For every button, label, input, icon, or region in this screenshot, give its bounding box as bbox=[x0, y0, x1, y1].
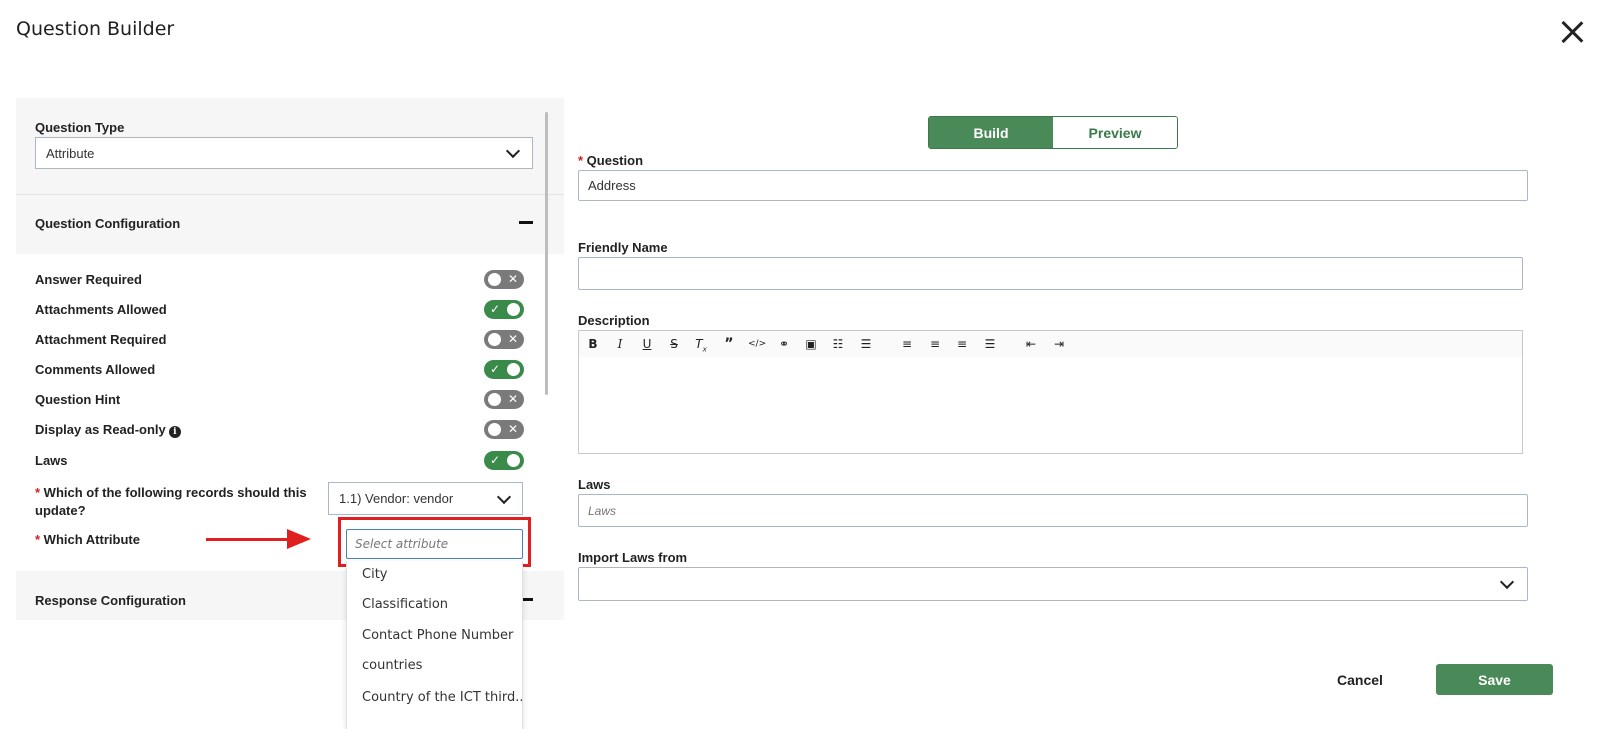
chevron-down-icon bbox=[496, 489, 512, 505]
laws-label: Laws bbox=[578, 477, 611, 492]
question-type-label: Question Type bbox=[35, 120, 125, 135]
import-laws-select[interactable] bbox=[578, 567, 1528, 601]
italic-icon[interactable]: I bbox=[612, 336, 628, 352]
outdent-icon[interactable]: ⇤ bbox=[1023, 336, 1039, 352]
question-value: Address bbox=[588, 178, 636, 193]
required-asterisk: * bbox=[35, 485, 44, 500]
align-right-icon[interactable]: ≡ bbox=[954, 336, 970, 352]
left-panel-scrollbar[interactable] bbox=[545, 112, 548, 395]
preview-tab[interactable]: Preview bbox=[1053, 117, 1177, 148]
list-item[interactable]: Contact Phone Number bbox=[362, 628, 513, 643]
chevron-down-icon bbox=[1499, 574, 1515, 590]
strikethrough-icon[interactable]: S bbox=[666, 336, 682, 352]
save-button[interactable]: Save bbox=[1436, 664, 1553, 695]
question-type-section: Question Type Attribute bbox=[16, 98, 564, 194]
question-hint-label: Question Hint bbox=[35, 392, 121, 407]
x-icon: ✕ bbox=[508, 272, 519, 286]
laws-placeholder: Laws bbox=[588, 503, 617, 518]
attachments-allowed-label: Attachments Allowed bbox=[35, 302, 167, 317]
comments-allowed-label: Comments Allowed bbox=[35, 362, 156, 377]
question-field-label-row: * Question bbox=[578, 153, 643, 168]
answer-required-label: Answer Required bbox=[35, 272, 142, 287]
display-read-only-toggle[interactable]: ✕ bbox=[484, 420, 524, 439]
chevron-down-icon bbox=[505, 143, 521, 159]
clear-format-icon[interactable]: Tx bbox=[693, 336, 709, 353]
check-icon: ✓ bbox=[490, 302, 501, 316]
records-value: 1.1) Vendor: vendor bbox=[339, 491, 454, 506]
indent-icon[interactable]: ⇥ bbox=[1051, 336, 1067, 352]
question-field-label: Question bbox=[586, 153, 644, 168]
friendly-name-label: Friendly Name bbox=[578, 240, 668, 255]
build-preview-toggle: Build Preview bbox=[928, 116, 1178, 149]
which-attribute-row: * Which Attribute bbox=[35, 532, 140, 547]
dialog-title: Question Builder bbox=[16, 18, 175, 40]
list-item[interactable]: City bbox=[362, 567, 387, 582]
annotation-arrow-line bbox=[206, 538, 288, 541]
close-icon[interactable] bbox=[1558, 18, 1586, 46]
code-icon[interactable]: </> bbox=[748, 336, 766, 352]
response-configuration-title: Response Configuration bbox=[35, 593, 186, 608]
x-icon: ✕ bbox=[508, 332, 519, 346]
description-editor[interactable]: B I U S Tx ” </> ⚭ ▣ ☷ ☰ ≡ ≡ ≡ ☰ ⇤ ⇥ bbox=[578, 330, 1523, 454]
align-justify-icon[interactable]: ☰ bbox=[982, 336, 998, 352]
question-configuration-title: Question Configuration bbox=[35, 216, 181, 231]
question-type-value: Attribute bbox=[46, 145, 95, 161]
required-asterisk: * bbox=[35, 532, 44, 547]
laws-toggle-label: Laws bbox=[35, 453, 68, 468]
import-laws-label: Import Laws from bbox=[578, 550, 688, 565]
bullet-list-icon[interactable]: ☰ bbox=[858, 336, 874, 352]
question-type-select[interactable]: Attribute bbox=[35, 137, 533, 169]
link-icon[interactable]: ⚭ bbox=[776, 336, 792, 352]
x-icon: ✕ bbox=[508, 392, 519, 406]
list-item[interactable]: countries bbox=[362, 658, 422, 673]
display-read-only-label: Display as Read-only bbox=[35, 422, 166, 437]
bold-icon[interactable]: B bbox=[585, 336, 601, 352]
records-select[interactable]: 1.1) Vendor: vendor bbox=[328, 482, 523, 515]
editor-toolbar: B I U S Tx ” </> ⚭ ▣ ☷ ☰ ≡ ≡ ≡ ☰ ⇤ ⇥ bbox=[579, 331, 1522, 357]
laws-toggle[interactable]: ✓ bbox=[484, 451, 524, 470]
blockquote-icon[interactable]: ” bbox=[721, 336, 737, 352]
laws-input[interactable]: Laws bbox=[578, 494, 1528, 527]
align-center-icon[interactable]: ≡ bbox=[927, 336, 943, 352]
attribute-dropdown-list: City Classification Contact Phone Number… bbox=[346, 561, 523, 729]
attachment-required-toggle[interactable]: ✕ bbox=[484, 330, 524, 349]
question-configuration-header[interactable]: Question Configuration bbox=[16, 194, 564, 254]
question-input[interactable]: Address bbox=[578, 170, 1528, 201]
cancel-button[interactable]: Cancel bbox=[1320, 664, 1400, 695]
required-asterisk: * bbox=[578, 153, 587, 168]
check-icon: ✓ bbox=[490, 453, 501, 467]
attachment-required-label: Attachment Required bbox=[35, 332, 167, 347]
list-item[interactable]: Country of the ICT third... bbox=[362, 690, 522, 705]
records-label: Which of the following records should th… bbox=[35, 485, 307, 518]
annotation-arrow-icon bbox=[287, 529, 311, 549]
records-question: * Which of the following records should … bbox=[35, 484, 325, 520]
check-icon: ✓ bbox=[490, 362, 501, 376]
which-attribute-label: Which Attribute bbox=[43, 532, 140, 547]
x-icon: ✕ bbox=[508, 422, 519, 436]
build-tab[interactable]: Build bbox=[929, 117, 1053, 148]
display-read-only-row: Display as Read-only i bbox=[35, 422, 181, 438]
underline-icon[interactable]: U bbox=[639, 336, 655, 352]
attachments-allowed-toggle[interactable]: ✓ bbox=[484, 300, 524, 319]
ordered-list-icon[interactable]: ☷ bbox=[830, 336, 846, 352]
answer-required-toggle[interactable]: ✕ bbox=[484, 270, 524, 289]
friendly-name-input[interactable] bbox=[578, 257, 1523, 290]
list-item[interactable]: Classification bbox=[362, 597, 448, 612]
description-label: Description bbox=[578, 313, 650, 328]
image-icon[interactable]: ▣ bbox=[803, 336, 819, 352]
comments-allowed-toggle[interactable]: ✓ bbox=[484, 360, 524, 379]
info-icon[interactable]: i bbox=[168, 426, 181, 438]
attribute-search-input[interactable] bbox=[346, 529, 523, 559]
question-hint-toggle[interactable]: ✕ bbox=[484, 390, 524, 409]
align-left-icon[interactable]: ≡ bbox=[899, 336, 915, 352]
collapse-icon[interactable] bbox=[519, 221, 533, 224]
